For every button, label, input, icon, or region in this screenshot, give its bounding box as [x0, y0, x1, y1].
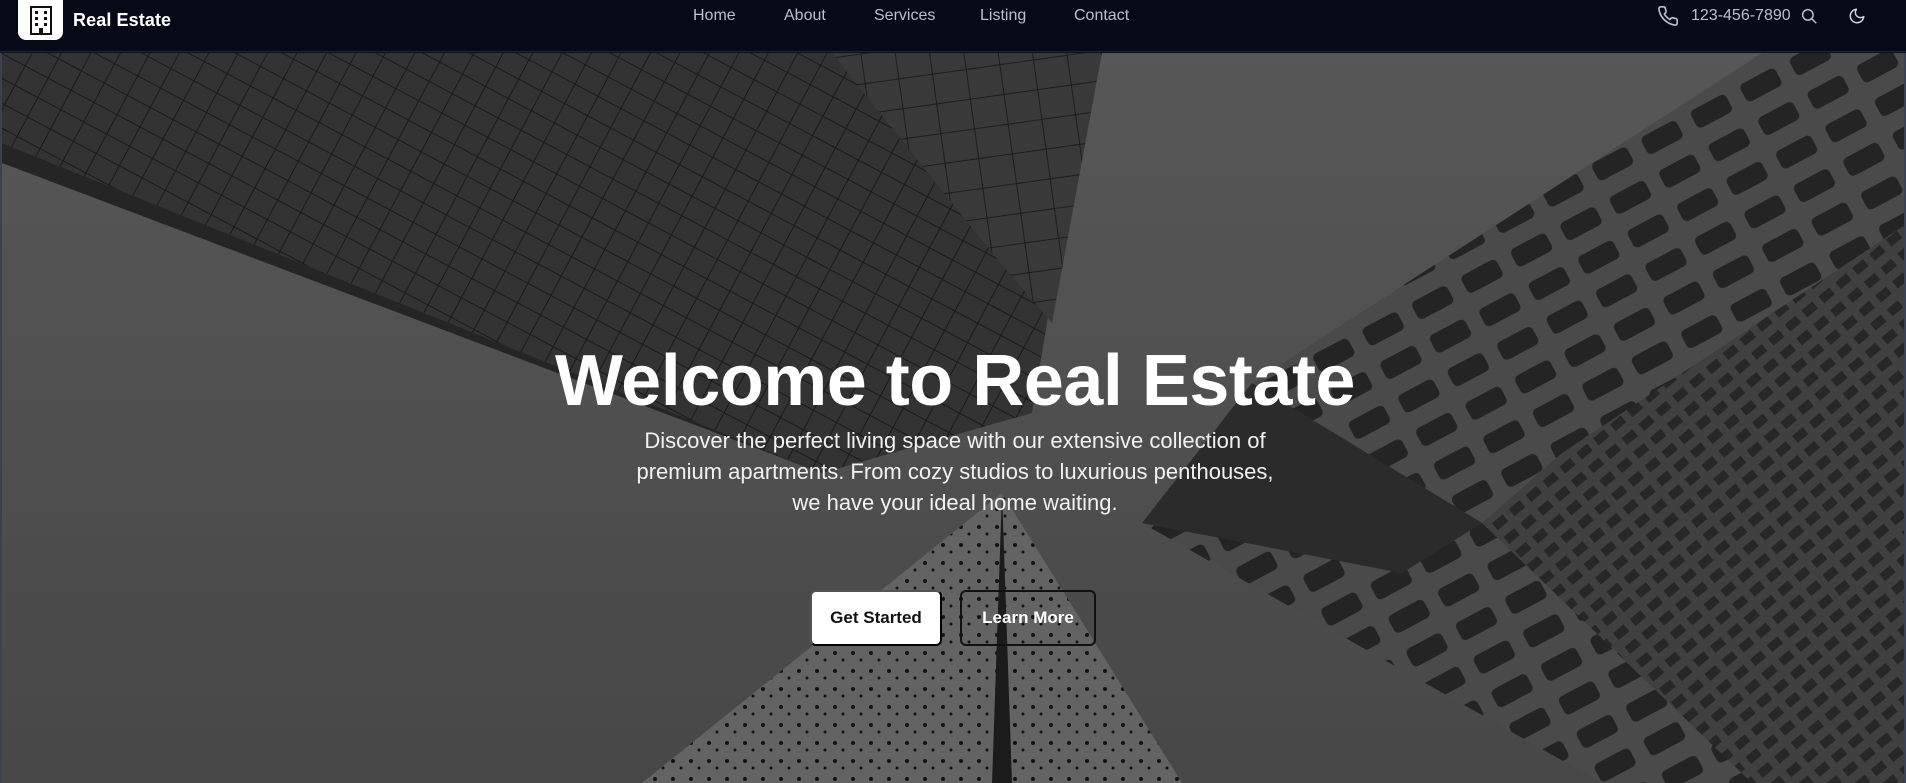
- hero-description: Discover the perfect living space with o…: [636, 428, 1274, 515]
- get-started-button[interactable]: Get Started: [810, 590, 942, 646]
- nav-item-listing[interactable]: Listing: [980, 7, 1026, 25]
- phone-number[interactable]: 123-456-7890: [1691, 7, 1791, 25]
- nav-item-contact[interactable]: Contact: [1074, 7, 1129, 25]
- nav-item-about[interactable]: About: [784, 7, 826, 25]
- hero-section: Welcome to Real Estate Discover the perf…: [0, 53, 1906, 783]
- phone-icon: [1657, 5, 1679, 32]
- main-nav: Home About Services Listing Contact: [0, 0, 1906, 34]
- moon-icon[interactable]: [1848, 7, 1866, 30]
- navbar: Real Estate Home About Services Listing …: [0, 0, 1906, 52]
- nav-item-services[interactable]: Services: [874, 7, 935, 25]
- learn-more-button[interactable]: Learn More: [960, 590, 1096, 646]
- search-icon[interactable]: [1800, 7, 1818, 30]
- nav-item-home[interactable]: Home: [693, 7, 736, 25]
- hero-title: Welcome to Real Estate: [555, 341, 1355, 421]
